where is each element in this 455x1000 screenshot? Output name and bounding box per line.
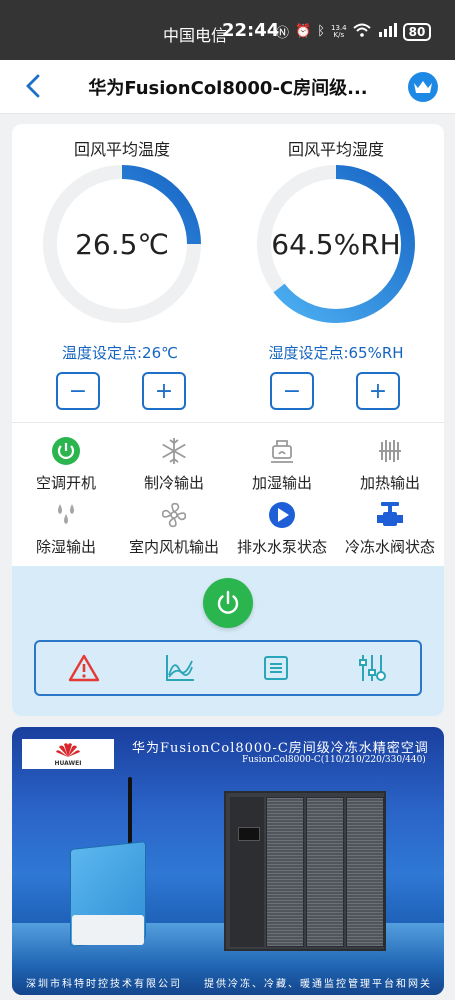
status-item: 冷冻水阀状态 xyxy=(336,500,444,557)
alarm-clock-icon: ⏰ xyxy=(295,24,312,39)
banner-company: 深圳市科特时控技术有限公司 xyxy=(26,979,182,990)
back-button[interactable] xyxy=(22,72,46,100)
status-label: 空调开机 xyxy=(35,474,96,492)
list-icon xyxy=(264,656,288,680)
droplets-icon xyxy=(12,500,120,530)
status-item: 空调开机 xyxy=(12,436,120,493)
cabinet-grille xyxy=(346,797,384,947)
net-speed-unit: K/s xyxy=(333,30,345,39)
temperature-gauge-label: 回风平均温度 xyxy=(73,140,170,159)
cabinet-grille xyxy=(306,797,344,947)
humidity-gauge-label: 回风平均湿度 xyxy=(287,140,384,159)
nfc-icon: Ⓝ xyxy=(276,26,290,41)
temperature-value: 26.5℃ xyxy=(75,227,169,261)
settings-sliders-icon xyxy=(359,655,386,681)
humidity-setpoint: 湿度设定点:65%RH xyxy=(268,344,404,362)
status-item: 室内风机输出 xyxy=(120,500,228,557)
status-label: 室内风机输出 xyxy=(128,538,219,556)
air-conditioner-cabinet-image xyxy=(224,791,386,951)
humidity-gauge: 64.5%RH xyxy=(254,162,418,326)
carrier-label: 中国电信 xyxy=(163,26,228,45)
status-label: 排水水泵状态 xyxy=(236,538,327,556)
heater-icon xyxy=(336,436,444,466)
status-icons: Ⓝ ⏰ ᛒ 13.4 K/s 80 xyxy=(276,22,432,41)
cabinet-control-panel xyxy=(230,797,264,947)
function-toolbar xyxy=(34,640,422,696)
clock: 22:44 xyxy=(222,20,280,41)
wifi-icon xyxy=(352,23,371,41)
temperature-increase-button[interactable]: + xyxy=(142,372,186,410)
status-item: 制冷输出 xyxy=(120,436,228,493)
valve-icon xyxy=(336,500,444,530)
temperature-setpoint: 温度设定点:26℃ xyxy=(62,344,178,362)
crown-icon xyxy=(414,81,432,93)
settings-button[interactable] xyxy=(352,648,392,688)
logo-text: HUAWEI xyxy=(54,760,82,767)
list-button[interactable] xyxy=(256,648,296,688)
power-on-icon xyxy=(12,436,120,466)
status-label: 冷冻水阀状态 xyxy=(344,538,435,556)
battery-indicator: 80 xyxy=(402,22,432,41)
status-label: 制冷输出 xyxy=(143,474,204,492)
snowflake-icon xyxy=(120,436,228,466)
power-icon xyxy=(217,590,239,614)
control-panel xyxy=(12,566,444,716)
huawei-petal-icon xyxy=(56,743,80,757)
cabinet-grille xyxy=(266,797,304,947)
humidifier-icon xyxy=(228,436,336,466)
huawei-logo: HUAWEI xyxy=(22,739,114,769)
banner-title: 华为FusionCol8000-C房间级冷冻水精密空调 xyxy=(132,741,429,756)
pump-icon xyxy=(228,500,336,530)
humidity-increase-button[interactable]: + xyxy=(356,372,400,410)
nav-bar: 华为FusionCol8000-C房间级... xyxy=(0,60,455,114)
status-item: 除湿输出 xyxy=(12,500,120,557)
power-button[interactable] xyxy=(203,578,253,628)
humidity-value: 64.5%RH xyxy=(271,227,401,261)
vip-crown-button[interactable] xyxy=(408,72,438,102)
net-speed: 13.4 K/s xyxy=(331,24,347,39)
temperature-decrease-button[interactable]: − xyxy=(56,372,100,410)
status-label: 除湿输出 xyxy=(35,538,96,556)
bluetooth-icon: ᛒ xyxy=(317,24,326,39)
status-item: 排水水泵状态 xyxy=(228,500,336,557)
product-banner[interactable]: HUAWEI 华为FusionCol8000-C房间级冷冻水精密空调 Fusio… xyxy=(12,727,444,995)
curve-chart-button[interactable] xyxy=(160,648,200,688)
cabinet-screen xyxy=(238,827,260,841)
device-status-card: 回风平均温度 26.5℃ 温度设定点:26℃ − + 回风平均湿度 64.5%R… xyxy=(12,124,444,716)
banner-subtitle: FusionCol8000-C(110/210/220/330/440) xyxy=(242,755,426,765)
status-item: 加湿输出 xyxy=(228,436,336,493)
banner-slogan: 提供冷冻、冷藏、暖通监控管理平台和网关 xyxy=(204,979,432,990)
fan-icon xyxy=(120,500,228,530)
alarm-icon xyxy=(68,654,100,682)
temperature-gauge: 26.5℃ xyxy=(40,162,204,326)
alarm-button[interactable] xyxy=(64,648,104,688)
chevron-left-icon xyxy=(26,74,40,98)
gateway-base-image xyxy=(72,915,144,945)
page-title: 华为FusionCol8000-C房间级... xyxy=(88,78,368,99)
divider xyxy=(12,422,444,423)
status-item: 加热输出 xyxy=(336,436,444,493)
status-label: 加湿输出 xyxy=(251,474,312,492)
status-label: 加热输出 xyxy=(359,474,420,492)
humidity-decrease-button[interactable]: − xyxy=(270,372,314,410)
status-bar: 中国电信 22:44 Ⓝ ⏰ ᛒ 13.4 K/s 80 xyxy=(0,0,455,60)
curve-chart-icon xyxy=(166,655,194,681)
signal-icon xyxy=(377,22,397,41)
